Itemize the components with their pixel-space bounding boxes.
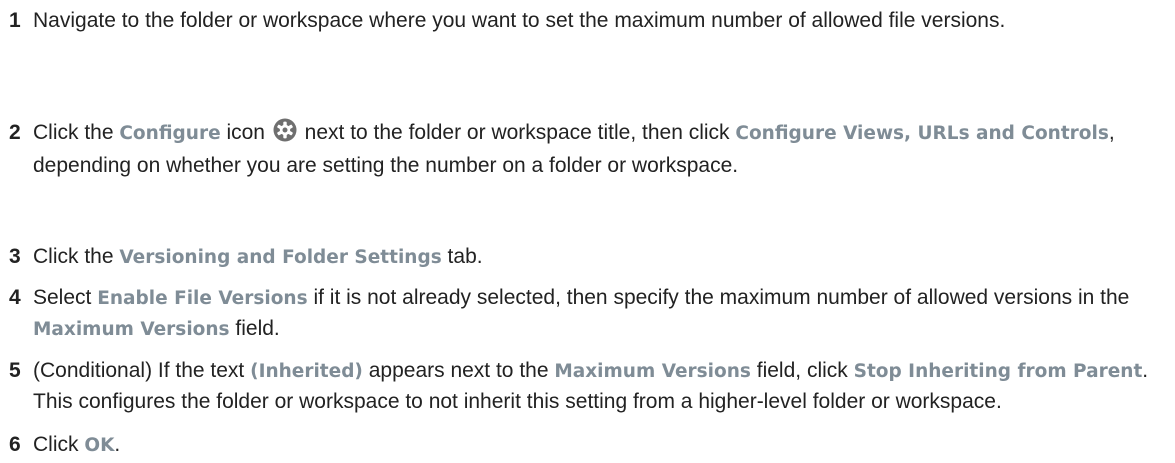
step-1: 1 Navigate to the folder or workspace wh… — [0, 6, 1165, 36]
ui-label-stop-inheriting: Stop Inheriting from Parent — [853, 361, 1143, 382]
ui-label-ok: OK — [84, 435, 115, 456]
step-number: 6 — [9, 433, 21, 456]
step-text-segment: Select — [33, 286, 98, 309]
step-text-segment: tab. — [441, 245, 483, 268]
step-text-segment: . — [114, 433, 121, 456]
step-number: 2 — [9, 121, 21, 144]
step-number: 1 — [9, 9, 21, 32]
step-text-segment: field. — [229, 317, 280, 340]
ui-label-configure-views: Configure Views, URLs and Controls — [735, 123, 1109, 144]
step-5: 5 (Conditional) If the text (Inherited) … — [0, 356, 1165, 417]
step-text: Navigate to the folder or workspace wher… — [33, 6, 1165, 36]
step-3: 3 Click the Versioning and Folder Settin… — [0, 242, 1165, 273]
step-text: Click the Configure icon next to the fol… — [33, 118, 1165, 181]
step-number: 4 — [9, 286, 21, 309]
step-text-segment: appears next to the — [362, 359, 555, 382]
step-number: 3 — [9, 245, 21, 268]
ui-label-maximum-versions: Maximum Versions — [33, 319, 230, 340]
step-text-segment: field, click — [750, 359, 854, 382]
step-1-text: Navigate to the folder or workspace wher… — [33, 9, 1006, 32]
step-text-segment: Click the — [33, 121, 120, 144]
step-text-segment: Click — [33, 433, 85, 456]
step-number: 5 — [9, 359, 21, 382]
ui-label-inherited: (Inherited) — [250, 361, 363, 382]
gear-icon — [273, 118, 297, 151]
procedure-steps: 1 Navigate to the folder or workspace wh… — [0, 0, 1175, 463]
step-text-segment: icon — [220, 121, 271, 144]
step-text: Click OK. — [33, 430, 1165, 461]
step-text: (Conditional) If the text (Inherited) ap… — [33, 356, 1165, 417]
step-text-segment: next to the folder or workspace title, t… — [298, 121, 736, 144]
step-2: 2 Click the Configure icon next to the f… — [0, 118, 1165, 181]
step-text: Click the Versioning and Folder Settings… — [33, 242, 1165, 273]
ui-label-maximum-versions: Maximum Versions — [554, 361, 751, 382]
step-6: 6 Click OK. — [0, 430, 1165, 461]
ui-label-enable-file-versions: Enable File Versions — [97, 288, 308, 309]
step-text-segment: (Conditional) If the text — [33, 359, 251, 382]
step-4: 4 Select Enable File Versions if it is n… — [0, 283, 1165, 345]
ui-label-versioning-tab: Versioning and Folder Settings — [119, 247, 442, 268]
ui-label-configure: Configure — [119, 123, 221, 144]
step-text: Select Enable File Versions if it is not… — [33, 283, 1165, 345]
step-text-segment: if it is not already selected, then spec… — [307, 286, 1130, 309]
step-text-segment: Click the — [33, 245, 120, 268]
